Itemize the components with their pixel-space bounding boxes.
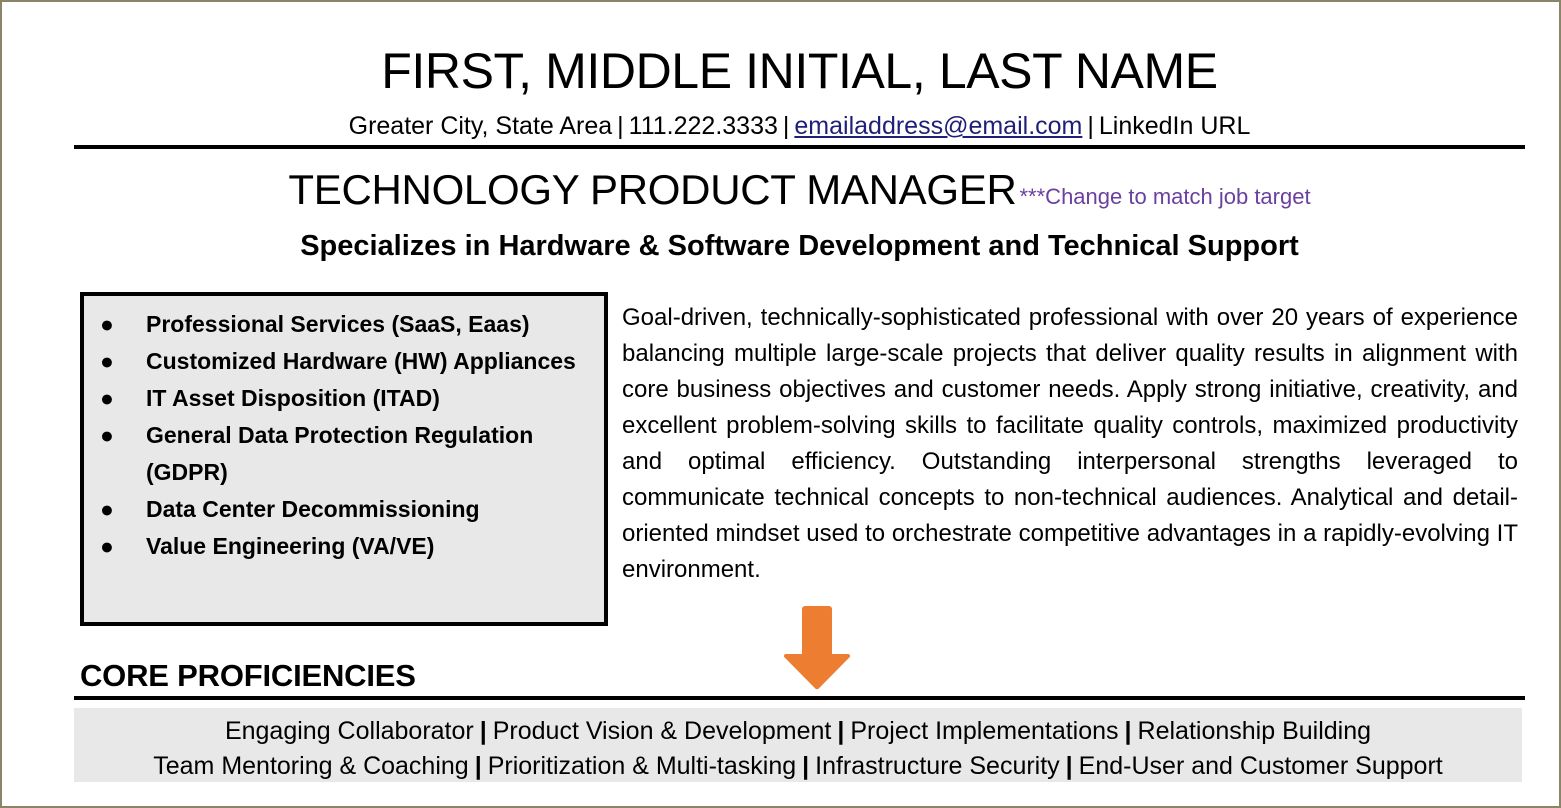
target-title-row: TECHNOLOGY PRODUCT MANAGER ***Change to m… [74, 167, 1525, 223]
contact-line: Greater City, State Area | 111.222.3333 | em… [74, 110, 1525, 142]
proficiency-item: Team Mentoring & Coaching [153, 752, 469, 780]
bullet-icon: ● [100, 311, 114, 337]
target-title-note: ***Change to match job target [1019, 184, 1311, 209]
proficiency-item: Infrastructure Security [815, 752, 1060, 780]
target-title: TECHNOLOGY PRODUCT MANAGER [288, 166, 1017, 213]
list-item: ● IT Asset Disposition (ITAD) [84, 380, 594, 417]
contact-location: Greater City, State Area [348, 112, 613, 140]
skill-label: Customized Hardware (HW) Appliances [146, 348, 576, 374]
proficiency-row-2: Team Mentoring & Coaching | Prioritization… [74, 749, 1522, 784]
section-heading-core-proficiencies: CORE PROFICIENCIES [80, 658, 416, 693]
proficiency-item: Project Implementations [850, 717, 1119, 745]
skills-list: ● Professional Services (SaaS, Eaas) ● C… [84, 306, 594, 565]
proficiency-item: End-User and Customer Support [1078, 752, 1443, 780]
skills-box: ● Professional Services (SaaS, Eaas) ● C… [80, 292, 608, 626]
skill-label: General Data Protection Regulation (GDPR… [146, 422, 534, 485]
proficiency-separator: | [1065, 752, 1073, 780]
skill-label: IT Asset Disposition (ITAD) [146, 385, 440, 411]
contact-phone: 111.222.3333 [628, 112, 778, 140]
down-arrow-icon [783, 606, 851, 690]
header-divider [74, 145, 1525, 149]
list-item: ● General Data Protection Regulation (GD… [84, 417, 594, 491]
proficiency-separator: | [1124, 717, 1132, 745]
contact-separator-2: | [782, 112, 790, 140]
skill-label: Data Center Decommissioning [146, 496, 480, 522]
proficiency-item: Prioritization & Multi-tasking [487, 752, 797, 780]
core-proficiencies-band: Engaging Collaborator | Product Vision & D… [74, 708, 1522, 782]
contact-email-link[interactable]: emailaddress@email.com [794, 112, 1082, 140]
proficiency-separator: | [479, 717, 487, 745]
proficiency-item: Relationship Building [1137, 717, 1372, 745]
proficiency-separator: | [802, 752, 810, 780]
core-proficiencies-divider [74, 696, 1525, 700]
proficiency-item: Product Vision & Development [492, 717, 832, 745]
skill-label: Value Engineering (VA/VE) [146, 533, 435, 559]
bullet-icon: ● [100, 422, 114, 448]
proficiency-separator: | [474, 752, 482, 780]
contact-linkedin: LinkedIn URL [1098, 112, 1251, 140]
bullet-icon: ● [100, 496, 114, 522]
bullet-icon: ● [100, 533, 114, 559]
proficiency-item: Engaging Collaborator [224, 717, 474, 745]
list-item: ● Professional Services (SaaS, Eaas) [84, 306, 594, 343]
bullet-icon: ● [100, 348, 114, 374]
specialization-subtitle: Specializes in Hardware & Software Devel… [300, 230, 1299, 262]
skill-label: Professional Services (SaaS, Eaas) [146, 311, 530, 337]
contact-separator-1: | [617, 112, 624, 140]
list-item: ● Value Engineering (VA/VE) [84, 528, 594, 565]
list-item: ● Customized Hardware (HW) Appliances [84, 343, 594, 380]
resume-page: FIRST, MIDDLE INITIAL, LAST NAME Greater… [0, 0, 1561, 808]
bullet-icon: ● [100, 385, 114, 411]
page-title: FIRST, MIDDLE INITIAL, LAST NAME [381, 43, 1218, 99]
proficiency-row-1: Engaging Collaborator | Product Vision & D… [74, 714, 1522, 749]
professional-summary: Goal-driven, technically-sophisticated p… [622, 304, 1518, 583]
list-item: ● Data Center Decommissioning [84, 491, 594, 528]
proficiency-separator: | [837, 717, 845, 745]
contact-separator-3: | [1087, 112, 1094, 140]
